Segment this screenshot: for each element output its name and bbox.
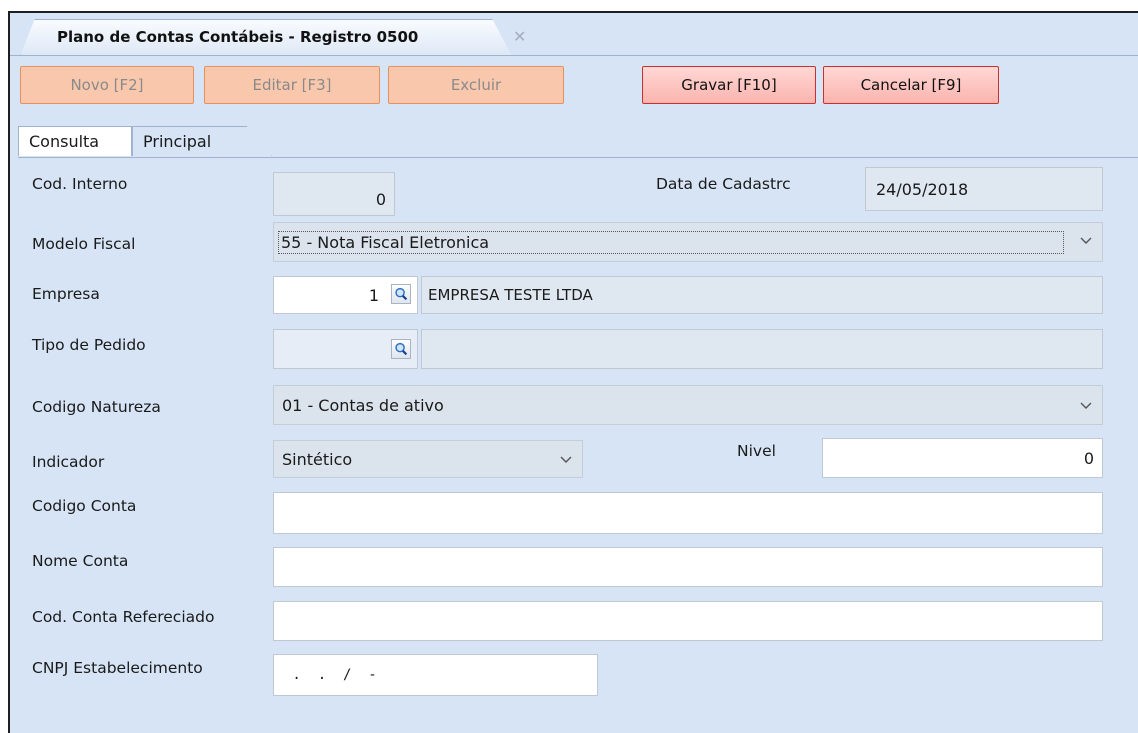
nivel-label: Nivel <box>737 442 776 460</box>
cnpj-label: CNPJ Estabelecimento <box>32 659 203 677</box>
codigo-natureza-select[interactable]: 01 - Contas de ativo <box>273 385 1103 425</box>
cnpj-value: . . / - <box>284 667 377 683</box>
cod-conta-ref-input[interactable] <box>273 601 1103 641</box>
indicador-select[interactable]: Sintético <box>273 440 583 478</box>
codigo-natureza-label: Codigo Natureza <box>32 398 161 416</box>
cod-interno-field: 0 <box>273 172 395 216</box>
tab-underline <box>18 157 1138 158</box>
codigo-conta-label: Codigo Conta <box>32 497 137 515</box>
cancelar-button[interactable]: Cancelar [F9] <box>823 66 999 104</box>
codigo-natureza-value: 01 - Contas de ativo <box>282 395 444 415</box>
magnifier-icon[interactable] <box>391 339 411 359</box>
gravar-button[interactable]: Gravar [F10] <box>642 66 816 104</box>
indicador-label: Indicador <box>32 453 105 471</box>
nivel-input[interactable]: 0 <box>822 438 1103 478</box>
codigo-conta-input[interactable] <box>273 492 1103 534</box>
data-cadastro-field: 24/05/2018 <box>865 167 1103 211</box>
modelo-fiscal-select[interactable]: 55 - Nota Fiscal Eletronica <box>273 222 1103 262</box>
indicador-value: Sintético <box>282 449 353 469</box>
cod-interno-label: Cod. Interno <box>32 175 128 193</box>
modelo-fiscal-value: 55 - Nota Fiscal Eletronica <box>278 230 1064 254</box>
magnifier-icon[interactable] <box>391 284 411 304</box>
close-icon[interactable]: ✕ <box>513 27 526 46</box>
tab-principal-label: Principal <box>143 132 212 151</box>
empresa-code-value: 1 <box>368 285 379 305</box>
empresa-name-field: EMPRESA TESTE LTDA <box>421 276 1103 314</box>
empresa-label: Empresa <box>32 285 100 303</box>
nome-conta-label: Nome Conta <box>32 552 129 570</box>
document-tab-title: Plano de Contas Contábeis - Registro 050… <box>57 28 419 46</box>
document-tab[interactable]: Plano de Contas Contábeis - Registro 050… <box>20 19 512 56</box>
data-cadastro-label: Data de Cadastrc <box>656 175 791 193</box>
novo-button[interactable]: Novo [F2] <box>20 66 194 104</box>
nome-conta-input[interactable] <box>273 547 1103 587</box>
main-window: Plano de Contas Contábeis - Registro 050… <box>8 11 1138 733</box>
tab-consulta[interactable]: Consulta <box>18 126 132 156</box>
cod-conta-ref-label: Cod. Conta Refereciado <box>32 608 215 626</box>
data-cadastro-value: 24/05/2018 <box>876 179 969 199</box>
modelo-fiscal-label: Modelo Fiscal <box>32 235 136 253</box>
empresa-code-field[interactable]: 1 <box>273 276 418 314</box>
chevron-down-icon <box>1080 402 1092 409</box>
excluir-button[interactable]: Excluir <box>388 66 564 104</box>
tipo-pedido-label: Tipo de Pedido <box>32 336 146 354</box>
tipo-pedido-name-field <box>421 329 1103 369</box>
tab-consulta-label: Consulta <box>29 132 100 151</box>
nivel-value: 0 <box>1083 448 1094 468</box>
cod-interno-value: 0 <box>375 190 386 209</box>
tab-principal[interactable]: Principal <box>132 126 272 156</box>
tipo-pedido-code-field[interactable] <box>273 329 418 369</box>
cnpj-input[interactable]: . . / - <box>273 654 598 696</box>
tab-separator <box>10 55 1138 56</box>
editar-button[interactable]: Editar [F3] <box>204 66 380 104</box>
chevron-down-icon <box>560 456 572 463</box>
chevron-down-icon <box>1080 237 1092 244</box>
empresa-name-value: EMPRESA TESTE LTDA <box>428 286 593 304</box>
